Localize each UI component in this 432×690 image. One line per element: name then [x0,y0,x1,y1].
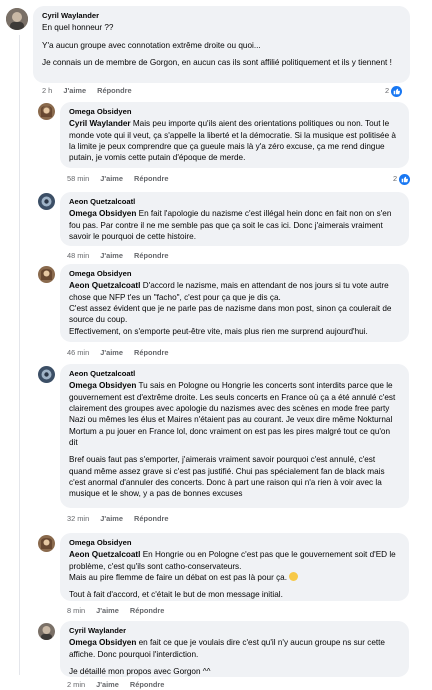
comment-actions: 58 min J'aime Répondre [67,174,178,184]
reply-button[interactable]: Répondre [130,680,165,689]
reply-button[interactable]: Répondre [134,348,169,357]
like-button[interactable]: J'aime [100,251,123,260]
reaction-count: 2 [393,174,398,184]
like-button[interactable]: J'aime [100,348,123,357]
comment-text: Je connais un de membre de Gorgon, en au… [42,58,392,68]
avatar[interactable] [38,103,55,120]
comment-text: Tout à fait d'accord, et c'était le but … [69,590,283,600]
comment-actions: 8 min J'aime Répondre [67,606,173,616]
comment-text: Aeon Quetzalcoatl En Hongrie ou en Polog… [69,550,396,571]
comment-text: Omega Obsidyen En fait l'apologie du naz… [69,209,392,242]
comment-bubble: Aeon Quetzalcoatl Omega Obsidyen Tu sais… [60,364,409,508]
comment-actions: 48 min J'aime Répondre [67,251,178,261]
comment-text: Omega Obsidyen en fait ce que je voulais… [69,638,385,659]
mention-link[interactable]: Omega Obsidyen [69,209,136,218]
mention-link[interactable]: Cyril Waylander [69,119,131,128]
avatar[interactable] [38,193,55,210]
comment-author[interactable]: Aeon Quetzalcoatl [69,369,400,379]
thread-line [19,35,20,675]
comment-author[interactable]: Aeon Quetzalcoatl [69,197,400,207]
smile-emoji-icon [289,572,299,582]
comment-time[interactable]: 58 min [67,174,89,183]
avatar[interactable] [38,266,55,283]
comment-author[interactable]: Omega Obsidyen [69,538,400,548]
comment-time[interactable]: 48 min [67,251,89,260]
reply-button[interactable]: Répondre [130,606,165,615]
reaction-summary[interactable]: 2 [385,86,403,97]
reply-button[interactable]: Répondre [134,514,169,523]
mention-link[interactable]: Aeon Quetzalcoatl [69,550,140,559]
comment-text: Effectivement, on s'emporte peut-être vi… [69,326,368,336]
comment-time[interactable]: 2 h [42,86,52,95]
comment-text: Je détaillé mon propos avec Gorgon ^^ [69,667,211,677]
comment-bubble: Cyril Waylander Omega Obsidyen en fait c… [60,621,409,677]
comment-text: Mais au pire flemme de faire un débat on… [69,572,400,583]
avatar[interactable] [38,366,55,383]
comment-text: Omega Obsidyen Tu sais en Pologne ou Hon… [69,381,396,448]
comment-actions: 46 min J'aime Répondre [67,348,178,358]
comment-text: Cyril Waylander Mais peu importe qu'ils … [69,119,396,163]
comment-text: C'est assez évident que je ne parle pas … [69,304,392,325]
comment-time[interactable]: 2 min [67,680,85,689]
comment-actions: 32 min J'aime Répondre [67,514,178,524]
avatar[interactable] [38,535,55,552]
comment-text: En quel honneur ?? [42,23,114,33]
comment-bubble: Cyril Waylander En quel honneur ?? Y'a a… [33,6,410,83]
comment-text: Bref ouais faut pas s'emporter, j'aimera… [69,455,385,499]
comment-actions: 2 min J'aime Répondre [67,680,173,690]
comment-bubble: Omega Obsidyen Cyril Waylander Mais peu … [60,102,409,168]
avatar[interactable] [38,623,55,640]
like-button[interactable]: J'aime [100,514,123,523]
like-button[interactable]: J'aime [96,606,119,615]
comment-time[interactable]: 8 min [67,606,85,615]
reaction-count: 2 [385,86,390,96]
like-icon [399,174,411,185]
comment-author[interactable]: Cyril Waylander [42,11,401,21]
like-button[interactable]: J'aime [63,86,86,95]
comment-time[interactable]: 32 min [67,514,89,523]
comment-bubble: Omega Obsidyen Aeon Quetzalcoatl D'accor… [60,264,409,342]
comment-actions: 2 h J'aime Répondre [42,86,141,96]
comment-bubble: Omega Obsidyen Aeon Quetzalcoatl En Hong… [60,533,409,601]
like-button[interactable]: J'aime [96,680,119,689]
reply-button[interactable]: Répondre [134,251,169,260]
mention-link[interactable]: Aeon Quetzalcoatl [69,281,140,290]
mention-link[interactable]: Omega Obsidyen [69,381,136,390]
comment-bubble: Aeon Quetzalcoatl Omega Obsidyen En fait… [60,192,409,246]
reaction-summary[interactable]: 2 [393,174,411,185]
avatar[interactable] [6,8,28,30]
reply-button[interactable]: Répondre [134,174,169,183]
comment-author[interactable]: Omega Obsidyen [69,107,400,117]
comment-author[interactable]: Omega Obsidyen [69,269,400,279]
comment-time[interactable]: 46 min [67,348,89,357]
comment-author[interactable]: Cyril Waylander [69,626,400,636]
comment-text: Y'a aucun groupe avec connotation extrêm… [42,40,261,50]
mention-link[interactable]: Omega Obsidyen [69,638,136,647]
like-icon [391,86,403,97]
reply-button[interactable]: Répondre [97,86,132,95]
comment-text: Aeon Quetzalcoatl D'accord le nazisme, m… [69,281,389,302]
like-button[interactable]: J'aime [100,174,123,183]
